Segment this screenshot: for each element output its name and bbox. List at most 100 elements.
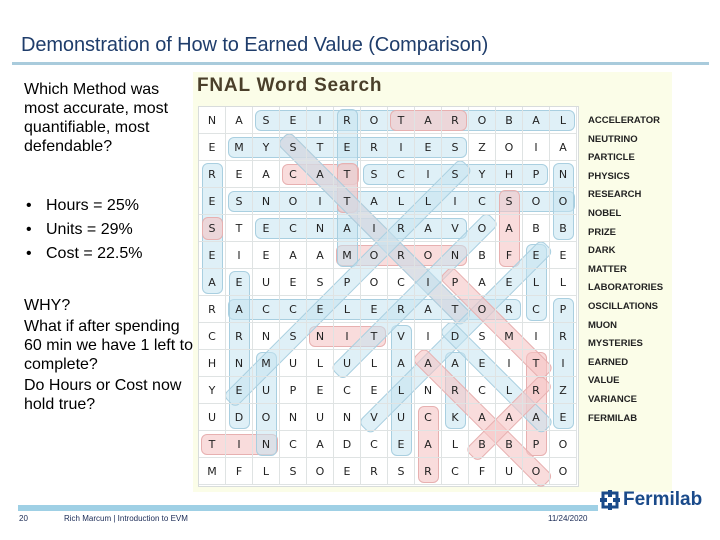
grid-cell[interactable]: E xyxy=(280,269,307,296)
grid-cell[interactable]: C xyxy=(388,269,415,296)
grid-cell[interactable]: I xyxy=(307,107,334,134)
grid-cell[interactable]: C xyxy=(280,296,307,323)
grid-cell[interactable]: N xyxy=(280,404,307,431)
grid-cell[interactable]: R xyxy=(523,377,550,404)
grid-cell[interactable]: E xyxy=(361,377,388,404)
grid-cell[interactable]: U xyxy=(334,350,361,377)
grid-cell[interactable]: A xyxy=(226,107,253,134)
grid-cell[interactable]: C xyxy=(280,161,307,188)
grid-cell[interactable]: I xyxy=(415,161,442,188)
grid-cell[interactable]: S xyxy=(469,323,496,350)
grid-cell[interactable]: E xyxy=(253,215,280,242)
grid-cell[interactable]: N xyxy=(307,323,334,350)
grid-cell[interactable]: E xyxy=(361,296,388,323)
grid-cell[interactable]: L xyxy=(415,188,442,215)
grid-cell[interactable]: O xyxy=(415,242,442,269)
grid-cell[interactable]: L xyxy=(388,188,415,215)
grid-cell[interactable]: F xyxy=(226,458,253,485)
grid-cell[interactable]: C xyxy=(280,215,307,242)
grid-cell[interactable]: R xyxy=(334,107,361,134)
grid-cell[interactable]: O xyxy=(496,134,523,161)
grid-cell[interactable]: M xyxy=(496,323,523,350)
grid-cell[interactable]: B xyxy=(496,431,523,458)
grid-cell[interactable]: U xyxy=(253,269,280,296)
grid-cell[interactable]: F xyxy=(496,242,523,269)
grid-cell[interactable]: D xyxy=(226,404,253,431)
grid-cell[interactable]: L xyxy=(307,350,334,377)
grid-cell[interactable]: M xyxy=(253,350,280,377)
grid-cell[interactable]: E xyxy=(199,134,226,161)
grid-cell[interactable]: T xyxy=(226,215,253,242)
grid-cell[interactable]: P xyxy=(523,161,550,188)
grid-cell[interactable]: Y xyxy=(253,134,280,161)
grid-cell[interactable]: I xyxy=(226,242,253,269)
grid-cell[interactable]: H xyxy=(199,350,226,377)
grid-cell[interactable]: A xyxy=(280,242,307,269)
grid-cell[interactable]: L xyxy=(442,431,469,458)
grid-cell[interactable]: R xyxy=(415,458,442,485)
grid-cell[interactable]: A xyxy=(199,269,226,296)
grid-cell[interactable]: A xyxy=(496,404,523,431)
grid-cell[interactable]: L xyxy=(496,377,523,404)
grid-cell[interactable]: D xyxy=(334,431,361,458)
grid-cell[interactable]: S xyxy=(280,323,307,350)
grid-cell[interactable]: S xyxy=(361,161,388,188)
grid-cell[interactable]: E xyxy=(226,161,253,188)
grid-cell[interactable]: S xyxy=(253,107,280,134)
grid-cell[interactable]: E xyxy=(280,107,307,134)
grid-cell[interactable]: A xyxy=(415,431,442,458)
grid-cell[interactable]: T xyxy=(523,350,550,377)
grid-cell[interactable]: N xyxy=(199,107,226,134)
grid-cell[interactable]: C xyxy=(469,188,496,215)
grid-cell[interactable]: R xyxy=(199,296,226,323)
grid-cell[interactable]: O xyxy=(523,188,550,215)
grid-cell[interactable]: A xyxy=(415,296,442,323)
grid-cell[interactable]: T xyxy=(442,296,469,323)
grid-cell[interactable]: S xyxy=(442,161,469,188)
grid-cell[interactable]: S xyxy=(199,215,226,242)
grid-cell[interactable]: A xyxy=(415,107,442,134)
grid-cell[interactable]: F xyxy=(469,458,496,485)
grid-cell[interactable]: U xyxy=(199,404,226,431)
grid-cell[interactable]: O xyxy=(253,404,280,431)
grid-cell[interactable]: C xyxy=(469,377,496,404)
grid-cell[interactable]: A xyxy=(307,242,334,269)
grid-cell[interactable]: A xyxy=(307,161,334,188)
grid-cell[interactable]: Y xyxy=(199,377,226,404)
grid-cell[interactable]: C xyxy=(280,431,307,458)
grid-cell[interactable]: N xyxy=(307,215,334,242)
grid-cell[interactable]: N xyxy=(415,377,442,404)
grid-cell[interactable]: L xyxy=(253,458,280,485)
grid-cell[interactable]: P xyxy=(550,296,577,323)
grid-cell[interactable]: B xyxy=(550,215,577,242)
grid-cell[interactable]: R xyxy=(550,323,577,350)
grid-cell[interactable]: L xyxy=(361,350,388,377)
grid-cell[interactable]: S xyxy=(388,458,415,485)
grid-cell[interactable]: C xyxy=(334,377,361,404)
grid-cell[interactable]: A xyxy=(415,215,442,242)
grid-cell[interactable]: P xyxy=(334,269,361,296)
grid-cell[interactable]: I xyxy=(226,431,253,458)
grid-cell[interactable]: E xyxy=(388,431,415,458)
grid-cell[interactable]: O xyxy=(550,458,577,485)
grid-cell[interactable]: A xyxy=(442,350,469,377)
grid-cell[interactable]: R xyxy=(442,107,469,134)
grid-cell[interactable]: I xyxy=(550,350,577,377)
grid-cell[interactable]: N xyxy=(226,350,253,377)
grid-cell[interactable]: T xyxy=(388,107,415,134)
grid-cell[interactable]: R xyxy=(361,134,388,161)
grid-cell[interactable]: A xyxy=(550,134,577,161)
grid-cell[interactable]: A xyxy=(469,404,496,431)
grid-cell[interactable]: O xyxy=(523,458,550,485)
grid-cell[interactable]: K xyxy=(442,404,469,431)
grid-cell[interactable]: S xyxy=(280,134,307,161)
grid-cell[interactable]: S xyxy=(280,458,307,485)
grid-cell[interactable]: P xyxy=(280,377,307,404)
grid-cell[interactable]: E xyxy=(199,188,226,215)
grid-cell[interactable]: T xyxy=(361,323,388,350)
grid-cell[interactable]: C xyxy=(199,323,226,350)
grid-cell[interactable]: A xyxy=(361,188,388,215)
grid-cell[interactable]: I xyxy=(523,134,550,161)
grid-cell[interactable]: V xyxy=(442,215,469,242)
grid-cell[interactable]: D xyxy=(442,323,469,350)
